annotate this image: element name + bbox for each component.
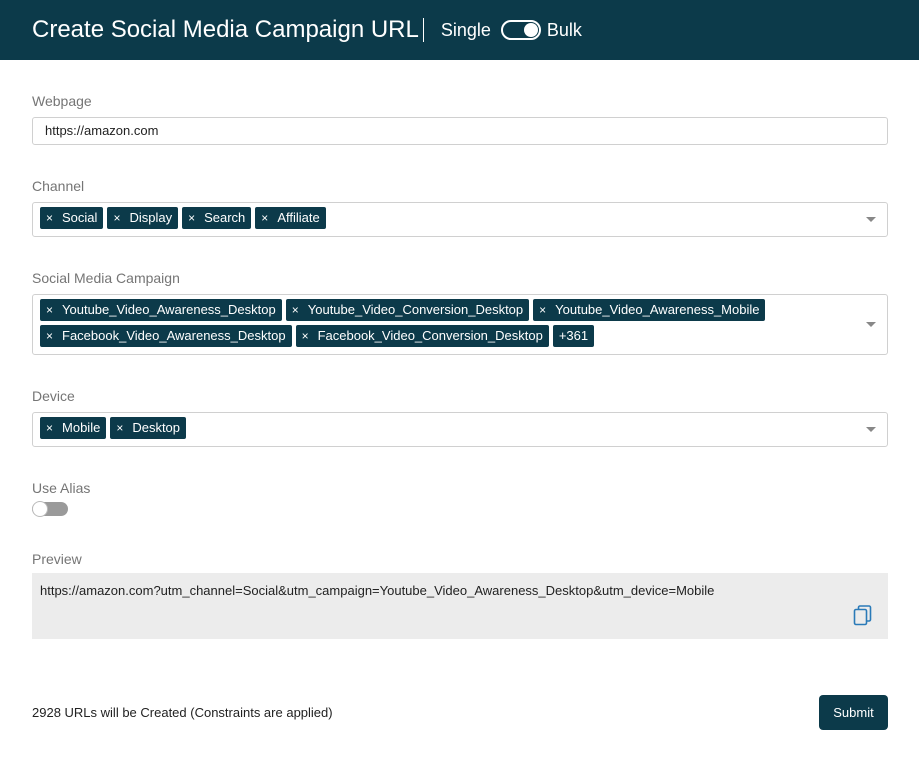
device-select[interactable]: × Mobile × Desktop: [32, 412, 888, 447]
tag-label: Search: [204, 210, 246, 225]
channel-select[interactable]: × Social × Display × Search × Affiliate: [32, 202, 888, 237]
remove-tag-icon[interactable]: ×: [292, 299, 299, 321]
chevron-down-icon[interactable]: [866, 321, 876, 327]
remove-tag-icon[interactable]: ×: [46, 207, 53, 229]
device-label: Device: [32, 388, 75, 404]
tag-label: Desktop: [132, 420, 181, 435]
mode-bulk-label: Bulk: [546, 19, 582, 40]
form-footer: 2928 URLs will be Created (Constraints a…: [32, 695, 888, 730]
toggle-knob: [32, 501, 48, 517]
campaign-select[interactable]: × Youtube_Video_Awareness_Desktop × Youtub…: [32, 294, 888, 355]
copy-icon[interactable]: [852, 604, 874, 626]
remove-tag-icon[interactable]: ×: [116, 417, 123, 439]
preview-label: Preview: [32, 551, 82, 567]
tag-label: Affiliate: [277, 210, 320, 225]
title-divider: [422, 18, 424, 42]
channel-tag: × Display: [107, 207, 179, 229]
toggle-knob: [523, 23, 538, 37]
tag-label: Youtube_Video_Conversion_Desktop: [307, 302, 524, 317]
more-tags-badge[interactable]: +361: [552, 325, 595, 347]
tag-label: Facebook_Video_Awareness_Desktop: [62, 328, 286, 343]
webpage-label: Webpage: [32, 93, 92, 109]
tag-label: Youtube_Video_Awareness_Desktop: [62, 302, 276, 317]
remove-tag-icon[interactable]: ×: [113, 207, 120, 229]
remove-tag-icon[interactable]: ×: [302, 325, 309, 347]
campaign-tag: × Youtube_Video_Awareness_Mobile: [533, 299, 766, 321]
chevron-down-icon[interactable]: [866, 216, 876, 222]
remove-tag-icon[interactable]: ×: [188, 207, 195, 229]
tag-label: Mobile: [62, 420, 101, 435]
channel-tag: × Search: [182, 207, 252, 229]
preview-box: https://amazon.com?utm_channel=Social&ut…: [32, 573, 888, 639]
campaign-tag: × Facebook_Video_Conversion_Desktop: [295, 325, 549, 347]
submit-button[interactable]: Submit: [819, 695, 888, 730]
page-header: Create Social Media Campaign URL Single …: [0, 0, 919, 60]
form: Webpage https://amazon.com Channel × Soci…: [0, 93, 919, 730]
campaign-label: Social Media Campaign: [32, 270, 180, 286]
chevron-down-icon[interactable]: [866, 426, 876, 432]
campaign-tag: × Youtube_Video_Conversion_Desktop: [285, 299, 530, 321]
remove-tag-icon[interactable]: ×: [261, 207, 268, 229]
campaign-tag: × Youtube_Video_Awareness_Desktop: [40, 299, 282, 321]
remove-tag-icon[interactable]: ×: [46, 325, 53, 347]
url-count-text: 2928 URLs will be Created (Constraints a…: [32, 705, 333, 720]
tag-label: Social: [62, 210, 98, 225]
webpage-input[interactable]: https://amazon.com: [32, 117, 888, 145]
channel-label: Channel: [32, 178, 85, 194]
page-title: Create Social Media Campaign URL: [32, 16, 419, 43]
tag-label: Facebook_Video_Conversion_Desktop: [317, 328, 543, 343]
remove-tag-icon[interactable]: ×: [539, 299, 546, 321]
device-tag: × Desktop: [110, 417, 187, 439]
campaign-tag: × Facebook_Video_Awareness_Desktop: [40, 325, 292, 347]
mode-single-label: Single: [440, 19, 491, 40]
tag-label: Youtube_Video_Awareness_Mobile: [555, 302, 760, 317]
tag-label: Display: [129, 210, 173, 225]
single-bulk-toggle[interactable]: [500, 20, 541, 40]
preview-url: https://amazon.com?utm_channel=Social&ut…: [40, 583, 715, 598]
use-alias-label: Use Alias: [32, 480, 91, 496]
remove-tag-icon[interactable]: ×: [46, 299, 53, 321]
channel-tag: × Social: [40, 207, 104, 229]
channel-tag: × Affiliate: [255, 207, 326, 229]
device-tag: × Mobile: [40, 417, 107, 439]
use-alias-toggle[interactable]: [32, 501, 68, 517]
remove-tag-icon[interactable]: ×: [46, 417, 53, 439]
